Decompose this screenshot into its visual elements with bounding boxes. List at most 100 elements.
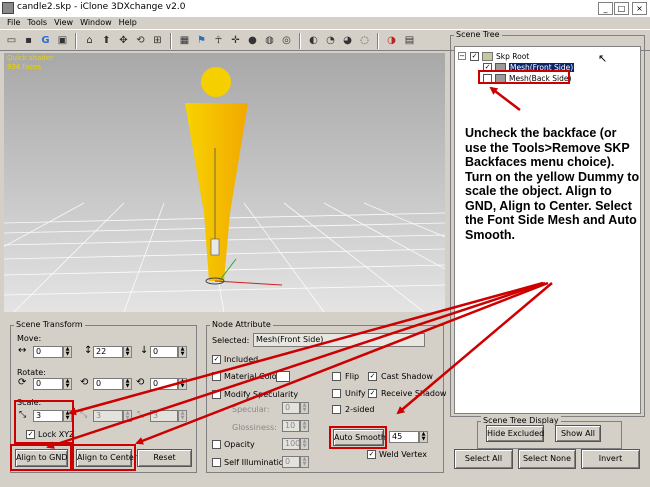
auto-smooth-field[interactable]: 45 bbox=[389, 431, 419, 443]
opacity-spinner[interactable]: ▲ ▼ bbox=[300, 438, 309, 450]
cast-shadow-label: Cast Shadow bbox=[381, 372, 433, 381]
hide-excluded-button[interactable]: Hide Excluded bbox=[486, 425, 544, 442]
toolbar-separator bbox=[170, 33, 172, 49]
menu-file[interactable]: File bbox=[7, 17, 20, 29]
toolbar-separator bbox=[377, 33, 379, 49]
two-sided-checkbox[interactable] bbox=[332, 405, 341, 414]
weld-vertex-checkbox[interactable]: ✓ bbox=[367, 450, 376, 459]
material-color-checkbox[interactable] bbox=[212, 372, 221, 381]
receive-shadow-checkbox[interactable]: ✓ bbox=[368, 389, 377, 398]
mouse-cursor-icon: ↖ bbox=[598, 52, 608, 65]
receive-shadow-label: Receive Shadow bbox=[381, 389, 447, 398]
scale-y-spinner[interactable]: ▲ ▼ bbox=[123, 410, 132, 422]
included-checkbox[interactable]: ✓ bbox=[212, 355, 221, 364]
reset-button[interactable]: Reset bbox=[137, 449, 192, 467]
texture-icon[interactable]: ◔ bbox=[323, 33, 338, 48]
select-none-button[interactable]: Select None bbox=[518, 449, 576, 469]
material-color-swatch[interactable] bbox=[276, 371, 290, 382]
cast-shadow-checkbox[interactable]: ✓ bbox=[368, 372, 377, 381]
rotate-z-spinner[interactable]: ▲ ▼ bbox=[178, 378, 187, 390]
toolbar-separator bbox=[299, 33, 301, 49]
scale-y-field[interactable]: 3 bbox=[93, 410, 123, 422]
move-z-field[interactable]: 0 bbox=[150, 346, 178, 358]
target-icon[interactable]: ◎ bbox=[279, 33, 294, 48]
move-icon[interactable]: ✥ bbox=[116, 33, 131, 48]
self-illumination-spinner[interactable]: ▲ ▼ bbox=[300, 456, 309, 468]
export-icon[interactable]: ▣ bbox=[55, 33, 70, 48]
specular-spinner[interactable]: ▲ ▼ bbox=[300, 402, 309, 414]
scale-z-spinner[interactable]: ▲ ▼ bbox=[178, 410, 187, 422]
select-all-button[interactable]: Select All bbox=[454, 449, 513, 469]
rotate-x-field[interactable]: 0 bbox=[33, 378, 63, 390]
menu-help[interactable]: Help bbox=[119, 17, 137, 29]
glossiness-spinner[interactable]: ▲ ▼ bbox=[300, 420, 309, 432]
shade-icon[interactable]: ◐ bbox=[306, 33, 321, 48]
opacity-field[interactable]: 100 bbox=[282, 438, 300, 450]
opacity-checkbox[interactable] bbox=[212, 440, 221, 449]
viewport-info: Quick shader 934 faces bbox=[7, 54, 54, 71]
modify-specularity-checkbox[interactable] bbox=[212, 390, 221, 399]
move-z-spinner[interactable]: ▲ ▼ bbox=[178, 346, 187, 358]
window-title: candle2.skp - iClone 3DXchange v2.0 bbox=[17, 2, 186, 12]
minimize-button[interactable]: _ bbox=[598, 2, 613, 15]
glossiness-label: Glossiness: bbox=[232, 423, 277, 432]
flip-checkbox[interactable] bbox=[332, 372, 341, 381]
unify-label: Unify bbox=[345, 389, 366, 398]
included-label: Included bbox=[224, 355, 259, 364]
menu-view[interactable]: View bbox=[54, 17, 73, 29]
dummy-icon[interactable]: ⚑ bbox=[194, 33, 209, 48]
3d-viewport[interactable]: Quick shader 934 faces bbox=[4, 53, 445, 312]
move-x-spinner[interactable]: ▲ ▼ bbox=[63, 346, 72, 358]
toolbar-separator bbox=[75, 33, 77, 49]
root-checkbox[interactable]: ✓ bbox=[470, 52, 479, 61]
folder-icon bbox=[482, 52, 493, 61]
maximize-button[interactable]: □ bbox=[614, 2, 629, 15]
material-icon[interactable]: ◑ bbox=[384, 33, 399, 48]
self-illumination-field[interactable]: 0 bbox=[282, 456, 300, 468]
auto-smooth-spinner[interactable]: ▲ ▼ bbox=[419, 431, 428, 443]
invert-button[interactable]: Invert bbox=[581, 449, 640, 469]
scale-z-field[interactable]: 3 bbox=[150, 410, 178, 422]
home-icon[interactable]: ⌂ bbox=[82, 33, 97, 48]
close-button[interactable]: × bbox=[632, 2, 647, 15]
rotate-icon[interactable]: ⟲ bbox=[133, 33, 148, 48]
app-icon bbox=[2, 2, 14, 14]
annotation-box-align-gnd bbox=[10, 444, 72, 471]
tree-root-label[interactable]: Skp Root bbox=[496, 52, 529, 61]
screenshot-icon[interactable]: ▤ bbox=[402, 33, 417, 48]
scale-z-icon: ⤡ bbox=[137, 410, 145, 420]
rotate-y-icon: ⟲ bbox=[80, 377, 89, 388]
scale-icon[interactable]: ⊞ bbox=[150, 33, 165, 48]
move-y-spinner[interactable]: ▲ ▼ bbox=[123, 346, 132, 358]
self-illumination-checkbox[interactable] bbox=[212, 458, 221, 467]
scene-transform-title: Scene Transform bbox=[14, 320, 85, 329]
pan-icon[interactable]: ✛ bbox=[228, 33, 243, 48]
rotate-z-field[interactable]: 0 bbox=[150, 378, 178, 390]
rotate-y-field[interactable]: 0 bbox=[93, 378, 123, 390]
menu-window[interactable]: Window bbox=[80, 17, 112, 29]
move-y-field[interactable]: 22 bbox=[93, 346, 123, 358]
dummy-head bbox=[201, 67, 231, 97]
show-all-button[interactable]: Show All bbox=[555, 425, 601, 442]
tree-collapse-icon[interactable]: − bbox=[458, 52, 466, 60]
up-icon[interactable]: ⬆ bbox=[99, 33, 114, 48]
grid-icon[interactable]: ▦ bbox=[177, 33, 192, 48]
save-icon[interactable]: ▪ bbox=[21, 33, 36, 48]
rotate-x-spinner[interactable]: ▲ ▼ bbox=[63, 378, 72, 390]
wire-icon[interactable]: ◌ bbox=[357, 33, 372, 48]
figure-icon[interactable]: ☥ bbox=[211, 33, 226, 48]
specular-field[interactable]: 0 bbox=[282, 402, 300, 414]
glossiness-field[interactable]: 10 bbox=[282, 420, 300, 432]
open-folder-icon[interactable]: ▭ bbox=[4, 33, 19, 48]
sphere-icon[interactable]: ● bbox=[245, 33, 260, 48]
menu-tools[interactable]: Tools bbox=[27, 17, 47, 29]
light-icon[interactable]: ◕ bbox=[340, 33, 355, 48]
unify-checkbox[interactable] bbox=[332, 389, 341, 398]
move-x-field[interactable]: 0 bbox=[33, 346, 63, 358]
self-illumination-label: Self Illumination bbox=[224, 458, 289, 467]
rotate-y-spinner[interactable]: ▲ ▼ bbox=[123, 378, 132, 390]
move-y-icon: ↕ bbox=[84, 345, 93, 356]
google-icon[interactable]: G bbox=[38, 33, 53, 48]
weld-vertex-label: Weld Vertex bbox=[379, 450, 427, 459]
globe-icon[interactable]: ◍ bbox=[262, 33, 277, 48]
